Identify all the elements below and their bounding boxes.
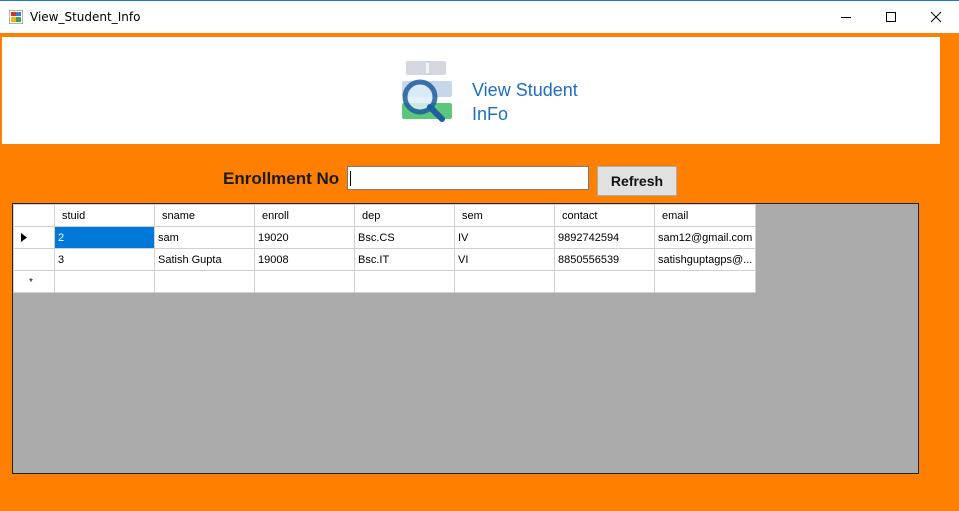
- cell-email[interactable]: sam12@gmail.com: [653, 226, 757, 249]
- student-data-grid[interactable]: stuid sname enroll dep sem contact email…: [12, 203, 919, 474]
- cell-enroll[interactable]: 19008: [254, 248, 355, 271]
- table-row[interactable]: 2 sam 19020 Bsc.CS IV 9892742594 sam12@g…: [13, 226, 757, 249]
- new-cell-sname[interactable]: [154, 270, 255, 293]
- cell-enroll[interactable]: 19020: [254, 226, 355, 249]
- row-header-current[interactable]: [13, 226, 55, 249]
- column-header-contact[interactable]: contact: [554, 204, 655, 227]
- column-header-stuid[interactable]: stuid: [54, 204, 155, 227]
- cell-sem[interactable]: VI: [454, 248, 555, 271]
- cell-sname[interactable]: sam: [154, 226, 255, 249]
- cell-email[interactable]: satishguptagps@...: [653, 248, 757, 271]
- maximize-button[interactable]: [868, 1, 914, 33]
- title-bar: View_Student_Info: [0, 0, 959, 33]
- header-panel: View Student InFo: [2, 37, 940, 144]
- minimize-button[interactable]: [823, 1, 869, 33]
- magnifier-ticket-icon: [398, 59, 460, 125]
- cell-stuid[interactable]: 3: [54, 248, 155, 271]
- cell-sem[interactable]: IV: [454, 226, 555, 249]
- column-header-dep[interactable]: dep: [354, 204, 455, 227]
- grid-table: stuid sname enroll dep sem contact email…: [13, 204, 757, 293]
- column-header-email[interactable]: email: [653, 204, 757, 227]
- enrollment-input[interactable]: [347, 166, 589, 190]
- text-caret: [350, 171, 351, 186]
- new-cell-stuid[interactable]: [54, 270, 155, 293]
- minimize-icon: [841, 17, 851, 18]
- new-row[interactable]: *: [13, 270, 757, 293]
- new-cell-enroll[interactable]: [254, 270, 355, 293]
- app-icon: [8, 9, 24, 25]
- table-row[interactable]: 3 Satish Gupta 19008 Bsc.IT VI 885055653…: [13, 248, 757, 271]
- window-title: View_Student_Info: [30, 10, 141, 24]
- header-title-line2: InFo: [472, 104, 509, 124]
- current-row-arrow-icon: [21, 233, 27, 242]
- new-cell-dep[interactable]: [354, 270, 455, 293]
- cell-dep[interactable]: Bsc.CS: [354, 226, 455, 249]
- cell-stuid[interactable]: 2: [54, 226, 155, 249]
- close-button[interactable]: [913, 1, 959, 33]
- close-icon: [930, 11, 942, 23]
- header-title: View Student InFo: [472, 78, 632, 126]
- refresh-button[interactable]: Refresh: [597, 166, 677, 196]
- new-cell-sem[interactable]: [454, 270, 555, 293]
- cell-contact[interactable]: 9892742594: [554, 226, 655, 249]
- row-header[interactable]: [13, 248, 55, 271]
- new-cell-email[interactable]: [653, 270, 757, 293]
- new-row-marker: *: [29, 276, 33, 288]
- column-header-sname[interactable]: sname: [154, 204, 255, 227]
- new-row-header[interactable]: *: [13, 270, 55, 293]
- enrollment-label: Enrollment No: [223, 169, 340, 188]
- header-title-line1: View Student: [472, 80, 578, 100]
- maximize-icon: [886, 12, 896, 22]
- header-row: stuid sname enroll dep sem contact email: [13, 204, 757, 227]
- cell-dep[interactable]: Bsc.IT: [354, 248, 455, 271]
- new-cell-contact[interactable]: [554, 270, 655, 293]
- column-header-sem[interactable]: sem: [454, 204, 555, 227]
- cell-sname[interactable]: Satish Gupta: [154, 248, 255, 271]
- cell-contact[interactable]: 8850556539: [554, 248, 655, 271]
- column-header-enroll[interactable]: enroll: [254, 204, 355, 227]
- row-header-corner: [13, 204, 55, 227]
